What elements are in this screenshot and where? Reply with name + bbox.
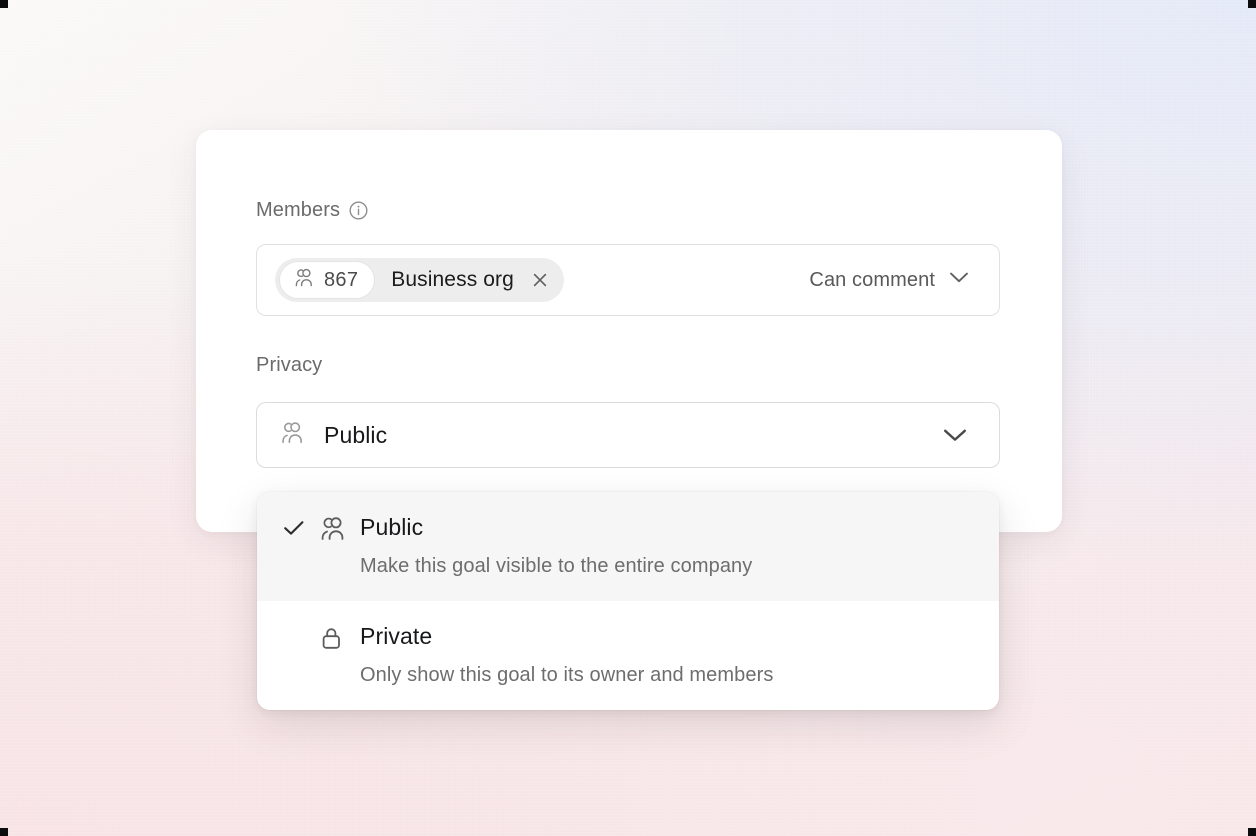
check-icon bbox=[281, 512, 307, 579]
members-label: Members bbox=[256, 197, 368, 223]
member-count-pill: 867 bbox=[279, 261, 376, 299]
chevron-down-icon[interactable] bbox=[949, 271, 969, 289]
privacy-option-text: Public Make this goal visible to the ent… bbox=[360, 512, 752, 579]
member-count-value: 867 bbox=[324, 268, 359, 291]
privacy-label-text: Privacy bbox=[256, 354, 323, 376]
users-icon bbox=[279, 421, 306, 450]
privacy-option-title: Public bbox=[360, 514, 424, 540]
privacy-option-text: Private Only show this goal to its owner… bbox=[360, 621, 773, 688]
corner-marker-top-right bbox=[1248, 0, 1256, 8]
privacy-option-description: Only show this goal to its owner and mem… bbox=[360, 664, 774, 686]
privacy-select-value: Public bbox=[324, 421, 388, 448]
permission-select[interactable]: Can comment bbox=[809, 269, 985, 292]
member-chip-name: Business org bbox=[391, 268, 514, 291]
corner-marker-bottom-left bbox=[0, 828, 8, 836]
privacy-option-title: Private bbox=[360, 623, 433, 649]
privacy-option-public[interactable]: Public Make this goal visible to the ent… bbox=[257, 492, 999, 601]
privacy-option-private[interactable]: Private Only show this goal to its owner… bbox=[257, 601, 999, 710]
privacy-select[interactable]: Public bbox=[256, 402, 1000, 468]
users-icon bbox=[293, 268, 315, 293]
privacy-label: Privacy bbox=[256, 352, 322, 378]
corner-marker-bottom-right bbox=[1248, 828, 1256, 836]
members-label-text: Members bbox=[256, 199, 341, 221]
privacy-option-description: Make this goal visible to the entire com… bbox=[360, 555, 753, 577]
close-icon[interactable] bbox=[530, 270, 550, 290]
users-icon bbox=[318, 512, 352, 579]
privacy-dropdown-menu: Public Make this goal visible to the ent… bbox=[257, 492, 999, 710]
lock-icon bbox=[318, 621, 352, 688]
permission-select-value: Can comment bbox=[809, 268, 935, 291]
members-input[interactable]: 867 Business org Can comment bbox=[256, 244, 1000, 316]
member-chip[interactable]: 867 Business org bbox=[275, 258, 564, 302]
chevron-down-icon[interactable] bbox=[943, 428, 967, 443]
settings-card: Members 867 Business org Can comment Pri… bbox=[196, 130, 1062, 532]
info-circle-icon[interactable] bbox=[349, 201, 368, 220]
corner-marker-top-left bbox=[0, 0, 8, 8]
